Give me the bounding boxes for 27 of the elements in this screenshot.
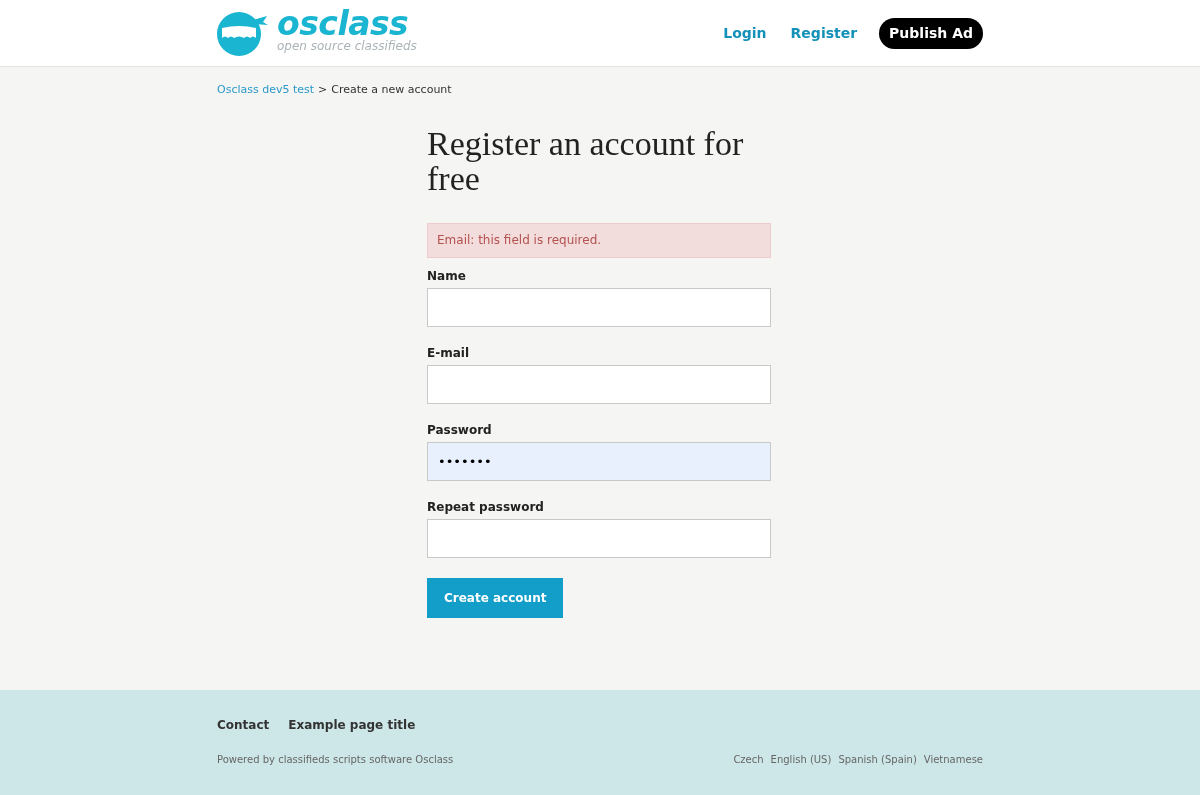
breadcrumb-separator: > (318, 82, 328, 98)
input-field[interactable] (427, 364, 771, 404)
language-link[interactable]: Vietnamese (923, 752, 983, 767)
create-account-button[interactable]: Create account (427, 577, 564, 618)
input-field[interactable] (427, 518, 771, 558)
logo-wordmark: osclass (277, 9, 409, 39)
field-label: Name (427, 267, 467, 285)
input-field[interactable]: ••••••• (427, 441, 771, 481)
ninja-logo-icon (217, 10, 268, 56)
input-field[interactable] (427, 287, 771, 327)
logo-tagline: open source classifieds (277, 39, 417, 53)
breadcrumb-link[interactable]: Osclass dev5 test (217, 82, 315, 99)
footer-link[interactable]: Contact (217, 716, 270, 734)
footer-link[interactable]: Example page title (288, 716, 416, 734)
field-label: Password (427, 421, 493, 439)
language-link[interactable]: English (US) (770, 752, 832, 767)
language-link[interactable]: Czech (733, 752, 764, 767)
language-link[interactable]: Spanish (Spain) (838, 752, 917, 767)
field-label: E-mail (427, 344, 470, 362)
error-alert: Email: this field is required. (427, 222, 771, 258)
breadcrumb-current: Create a new account (331, 82, 452, 98)
page-title: Register an account for free (427, 125, 745, 196)
powered-by-text: Powered by classifieds scripts software Osclass (217, 753, 454, 767)
field-label: Repeat password (427, 498, 545, 516)
nav-link[interactable]: Login (721, 18, 769, 48)
publish-ad-button[interactable]: Publish Ad (879, 17, 983, 49)
nav-link[interactable]: Register (788, 18, 860, 48)
